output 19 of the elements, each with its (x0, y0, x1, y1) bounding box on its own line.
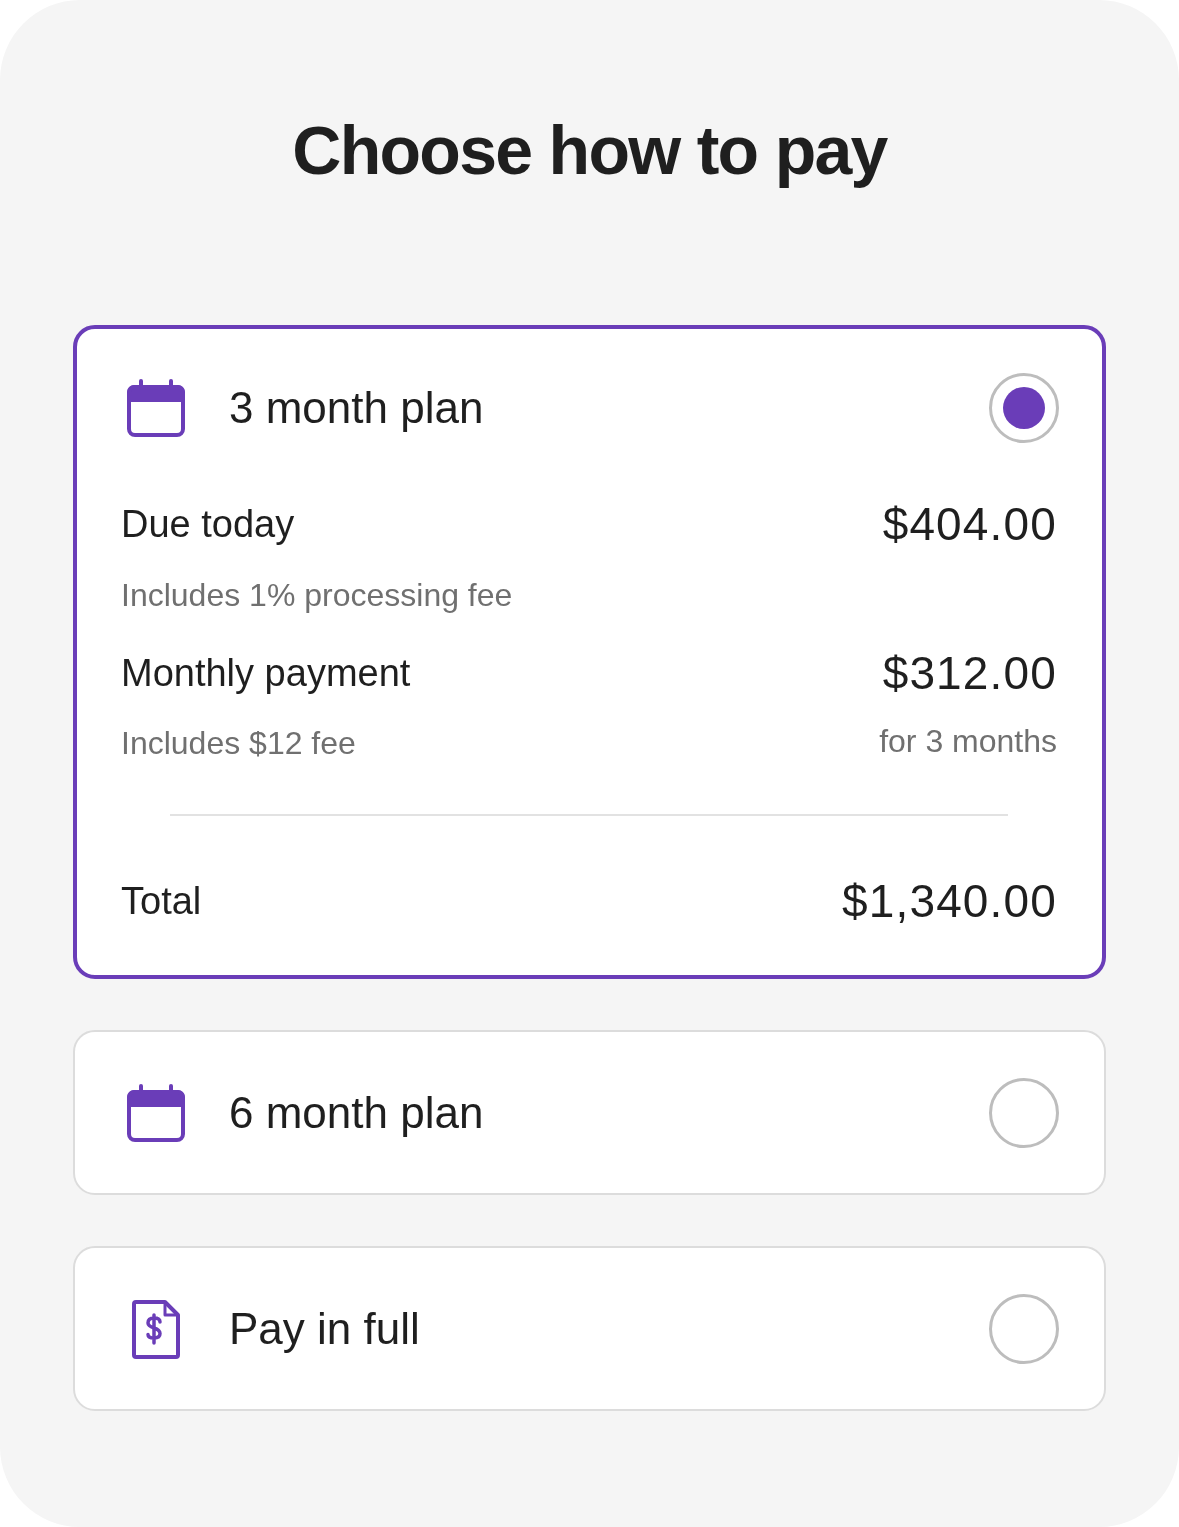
calendar-icon (127, 379, 185, 437)
total-label: Total (121, 879, 202, 924)
option-title: Pay in full (229, 1303, 420, 1355)
document-dollar-icon (132, 1299, 180, 1359)
amount-note: for 3 months (879, 722, 1057, 761)
line-note: Includes 1% processing fee (121, 576, 513, 615)
payment-option-card[interactable]: 3 month plan Due today $404.00 Includes 1% processing fee Monthly payment $312.00 Includes $12 fee for 3 months Total $1,340.00 (73, 325, 1106, 979)
payment-option-card[interactable]: 6 month plan (73, 1030, 1106, 1195)
line-amount: $404.00 (882, 497, 1057, 552)
line-note: Includes $12 fee (121, 724, 356, 763)
line-amount: $312.00 (882, 646, 1057, 701)
calendar-icon (127, 1084, 185, 1142)
total-amount: $1,340.00 (842, 874, 1057, 929)
line-label: Due today (121, 502, 295, 547)
page-title: Choose how to pay (292, 111, 887, 190)
payment-option-card[interactable]: Pay in full (73, 1246, 1106, 1411)
line-label: Monthly payment (121, 651, 411, 696)
option-title: 3 month plan (229, 382, 484, 434)
option-title: 6 month plan (229, 1087, 484, 1139)
